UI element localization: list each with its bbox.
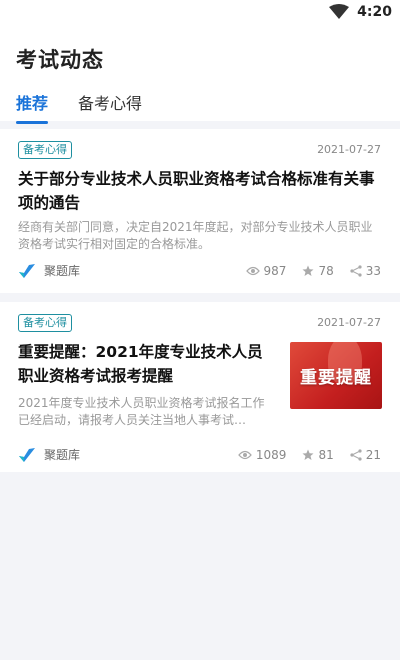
thumbnail-text: 重要提醒: [300, 368, 372, 388]
view-count-value: 1089: [255, 447, 287, 462]
source-name: 聚题库: [44, 448, 81, 462]
article-title[interactable]: 重要提醒：2021年度专业技术人员职业资格考试报考提醒: [18, 340, 268, 388]
view-count-value: 987: [263, 263, 287, 278]
star-icon: [302, 449, 314, 460]
like-count[interactable]: 81: [302, 447, 334, 462]
article-title[interactable]: 关于部分专业技术人员职业资格考试合格标准有关事项的通告: [18, 167, 380, 215]
eye-icon: [245, 266, 260, 275]
share-count-value: 21: [365, 447, 381, 462]
page-title: 考试动态: [16, 48, 104, 72]
source-logo-icon: [19, 447, 35, 462]
view-count: 987: [245, 263, 287, 278]
article-date: 2021-07-27: [317, 316, 381, 329]
article-source: 聚题库: [18, 262, 230, 279]
star-icon: [302, 265, 314, 276]
category-tag: 备考心得: [18, 314, 72, 332]
eye-icon: [238, 450, 252, 459]
category-tag: 备考心得: [18, 141, 72, 159]
article-meta: 聚题库 1089 81 21: [18, 446, 381, 463]
view-count: 1089: [238, 447, 287, 462]
status-time: 4:20: [357, 4, 392, 20]
article-card[interactable]: 备考心得 2021-07-27 重要提醒：2021年度专业技术人员职业资格考试报…: [0, 302, 400, 472]
share-count[interactable]: 21: [350, 448, 381, 462]
like-count-value: 81: [318, 447, 334, 462]
article-meta: 聚题库 987 78 33: [18, 262, 381, 279]
source-name: 聚题库: [44, 264, 81, 278]
article-summary: 经商有关部门同意，决定自2021年度起，对部分专业技术人员职业资格考试实行相对固…: [18, 220, 373, 251]
wifi-icon: [329, 4, 350, 19]
source-logo-icon: [19, 263, 35, 278]
like-count-value: 78: [318, 263, 334, 278]
article-thumbnail[interactable]: 重要提醒: [290, 342, 382, 409]
article-summary: 2021年度专业技术人员职业资格考试报名工作已经启动，请报考人员关注当地人事考试…: [18, 396, 265, 427]
article-source: 聚题库: [18, 446, 222, 463]
tab-recommended[interactable]: 推荐: [16, 90, 49, 124]
share-count-value: 33: [365, 263, 381, 278]
share-count[interactable]: 33: [350, 264, 381, 278]
article-date: 2021-07-27: [317, 143, 381, 156]
header: 4:20 考试动态 推荐 备考心得: [0, 0, 400, 124]
like-count[interactable]: 78: [302, 263, 334, 278]
share-icon: [350, 448, 362, 461]
share-icon: [350, 264, 362, 277]
tab-bar: 推荐 备考心得: [16, 90, 142, 124]
status-bar: 4:20: [0, 0, 400, 24]
article-card[interactable]: 备考心得 2021-07-27 关于部分专业技术人员职业资格考试合格标准有关事项…: [0, 129, 400, 293]
tab-study-tips[interactable]: 备考心得: [78, 90, 142, 124]
